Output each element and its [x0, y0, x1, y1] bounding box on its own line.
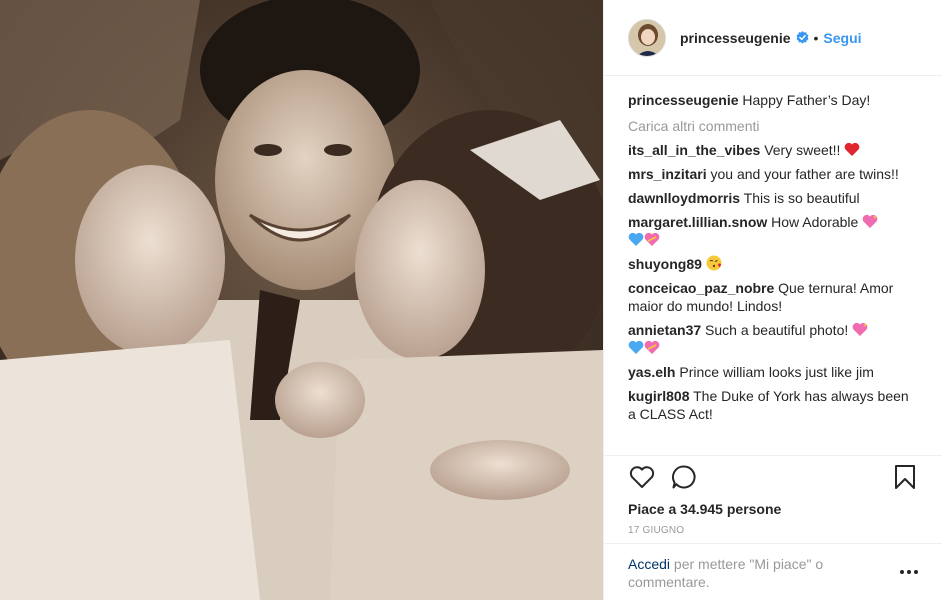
comment-text: Such a beautiful photo!: [705, 322, 849, 338]
login-link[interactable]: Accedi: [628, 556, 670, 572]
profile-username[interactable]: princesseugenie: [680, 30, 791, 46]
bookmark-icon: [895, 465, 915, 489]
follow-button[interactable]: Segui: [823, 30, 861, 46]
comment-username[interactable]: kugirl808: [628, 388, 689, 404]
post-photo[interactable]: [0, 0, 603, 600]
action-icons-row: [628, 456, 919, 498]
profile-avatar[interactable]: [628, 18, 666, 57]
sepia-family-photo: [0, 0, 603, 600]
comment-username[interactable]: annietan37: [628, 322, 701, 338]
heart-outline-icon: [629, 466, 655, 488]
comment-item: annietan37 Such a beautiful photo!: [628, 321, 919, 357]
comment-username[interactable]: shuyong89: [628, 256, 702, 272]
sparkling-heart-icon: [862, 214, 878, 228]
header-separator: •: [813, 29, 819, 46]
post-caption: princesseugenie Happy Father’s Day!: [628, 91, 919, 109]
comment-text: Prince william looks just like jim: [679, 364, 874, 380]
instagram-post: princesseugenie • Segui princesseugenie …: [0, 0, 942, 600]
likes-count[interactable]: Piace a 34.945 persone: [628, 500, 919, 518]
caption-username[interactable]: princesseugenie: [628, 92, 739, 108]
comments-list[interactable]: princesseugenie Happy Father’s Day! Cari…: [604, 77, 942, 455]
comment-text: This is so beautiful: [743, 190, 860, 206]
comment-text: you and your father are twins!!: [710, 166, 899, 182]
comment-text: Very sweet!!: [764, 142, 841, 158]
like-button[interactable]: [628, 463, 656, 491]
comment-username[interactable]: its_all_in_the_vibes: [628, 142, 760, 158]
blue-heart-icon: [628, 232, 644, 246]
caption-text: Happy Father’s Day!: [742, 92, 871, 108]
post-sidebar: princesseugenie • Segui princesseugenie …: [603, 0, 942, 600]
post-header: princesseugenie • Segui: [604, 0, 942, 76]
login-prompt: Accedi per mettere "Mi piace" o commenta…: [604, 543, 942, 600]
comment-item: shuyong89: [628, 255, 919, 273]
comment-username[interactable]: dawnlloydmorris: [628, 190, 740, 206]
save-button[interactable]: [891, 463, 919, 491]
comment-item: mrs_inzitari you and your father are twi…: [628, 165, 919, 183]
comment-item: yas.elh Prince william looks just like j…: [628, 363, 919, 381]
comment-button[interactable]: [670, 463, 698, 491]
comment-item: dawnlloydmorris This is so beautiful: [628, 189, 919, 207]
comment-text: How Adorable: [771, 214, 859, 230]
load-more-comments-button[interactable]: Carica altri commenti: [628, 117, 919, 135]
comment-username[interactable]: yas.elh: [628, 364, 675, 380]
comment-username[interactable]: conceicao_paz_nobre: [628, 280, 774, 296]
blue-heart-icon: [628, 340, 644, 354]
comment-item: its_all_in_the_vibes Very sweet!!: [628, 141, 919, 159]
comment-item: kugirl808 The Duke of York has always be…: [628, 387, 919, 423]
heart-with-ribbon-icon: [644, 232, 660, 246]
face-blowing-kiss-icon: [706, 255, 722, 271]
speech-bubble-icon: [672, 465, 696, 489]
verified-badge-icon: [796, 31, 808, 44]
comment-username[interactable]: margaret.lillian.snow: [628, 214, 767, 230]
comment-item: margaret.lillian.snow How Adorable: [628, 213, 919, 249]
comment-item: conceicao_paz_nobre Que ternura! Amor ma…: [628, 279, 919, 315]
avatar-image: [629, 19, 665, 56]
more-dots-icon[interactable]: [899, 564, 919, 580]
heart-with-ribbon-icon: [644, 340, 660, 354]
post-actions: Piace a 34.945 persone 17 GIUGNO Accedi …: [604, 455, 942, 599]
comment-username[interactable]: mrs_inzitari: [628, 166, 707, 182]
sparkling-heart-icon: [852, 322, 868, 336]
red-heart-icon: [844, 142, 860, 156]
post-date[interactable]: 17 GIUGNO: [628, 524, 919, 538]
